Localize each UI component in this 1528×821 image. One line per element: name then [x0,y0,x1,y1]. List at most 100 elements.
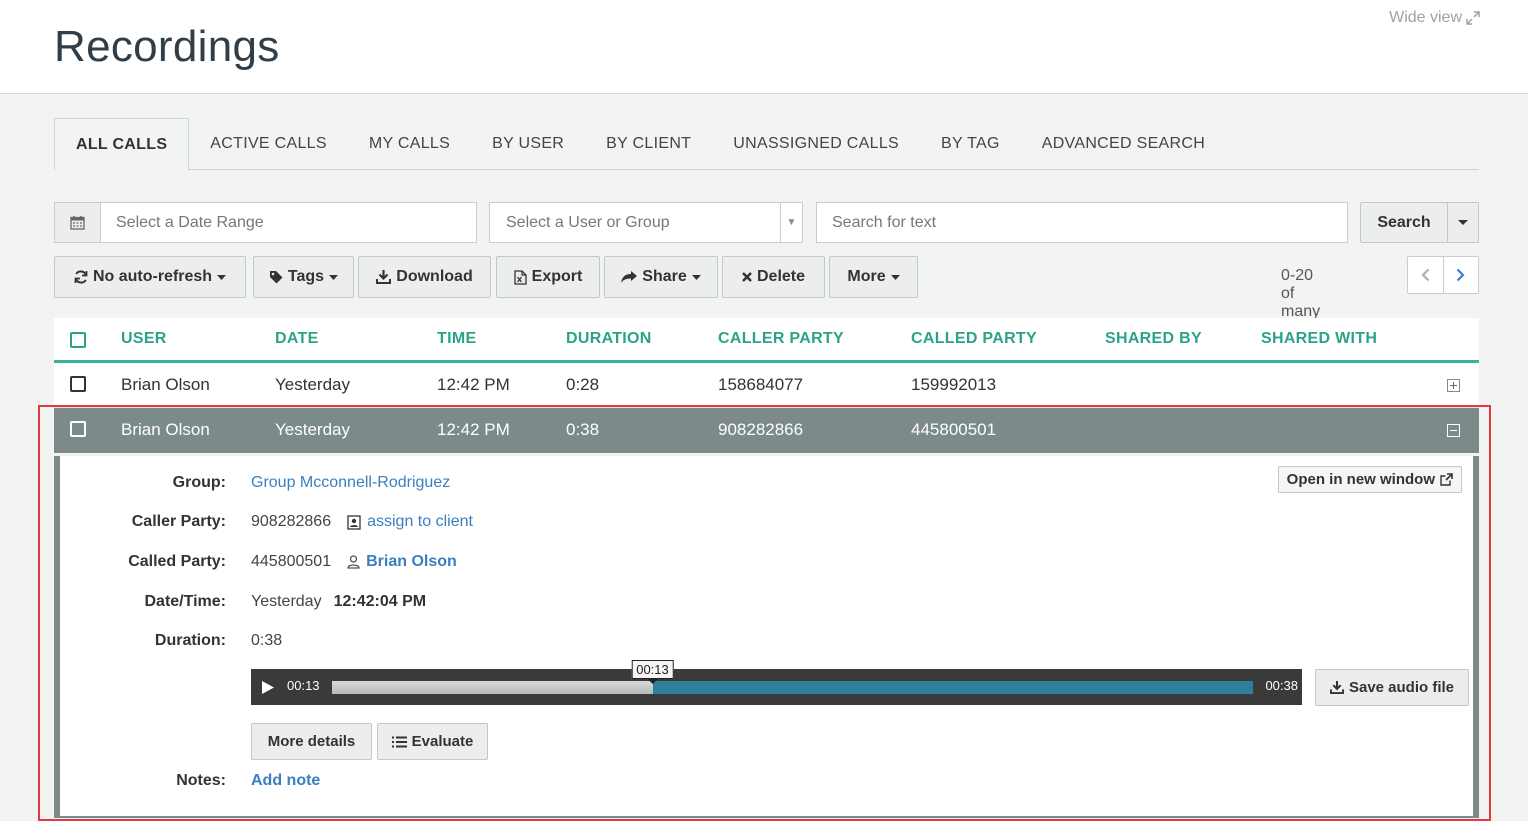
save-audio-file-label: Save audio file [1348,679,1455,696]
group-link[interactable]: Group Mcconnell-Rodriguez [251,474,450,492]
column-user[interactable]: USER [121,330,167,348]
date-range-input[interactable] [101,203,476,242]
tab-bar: ALL CALLS ACTIVE CALLS MY CALLS BY USER … [54,118,1479,171]
tab-by-client[interactable]: BY CLIENT [585,118,712,170]
tab-all-calls[interactable]: ALL CALLS [54,118,190,171]
player-time-tooltip: 00:13 [631,660,674,684]
table-header: USER DATE TIME DURATION CALLER PARTY CAL… [54,318,1479,363]
user-icon [347,555,360,569]
cell-user: Brian Olson [121,375,210,394]
row-checkbox[interactable] [70,376,86,392]
date-value: Yesterday [251,593,322,610]
select-all-checkbox[interactable] [70,332,86,348]
group-label: Group: [172,474,226,491]
date-range-group [54,202,477,243]
caller-party-number: 908282866 [251,513,332,530]
page-header: Recordings Wide view [0,0,1528,94]
open-new-window-label: Open in new window [1286,471,1435,488]
export-label: Export [531,268,583,285]
datetime-label: Date/Time: [144,593,226,610]
pager [1407,256,1479,294]
called-party-number: 445800501 [251,553,332,570]
pager-summary: 0-20 of many [1281,267,1321,320]
player-progress-track[interactable]: 00:13 [332,660,1253,694]
search-text-input[interactable] [816,202,1348,243]
column-date[interactable]: DATE [275,330,319,348]
play-icon[interactable] [261,680,275,695]
duration-value: 0:38 [251,632,283,649]
collapse-icon[interactable] [1447,424,1460,437]
search-options-caret[interactable] [1447,202,1479,243]
column-shared-by[interactable]: SHARED BY [1105,330,1202,348]
more-details-button[interactable]: More details [251,723,372,760]
tab-advanced-search[interactable]: ADVANCED SEARCH [1021,118,1226,170]
cell-date: Yesterday [275,420,350,439]
expand-icon[interactable] [1447,379,1460,392]
contact-card-icon [347,514,361,530]
more-details-label: More details [267,733,356,750]
chevron-down-icon[interactable]: ▼ [780,203,802,242]
column-shared-with[interactable]: SHARED WITH [1261,330,1377,348]
player-progress-played [332,681,653,694]
auto-refresh-label: No auto-refresh [92,268,213,285]
user-group-placeholder: Select a User or Group [506,214,670,231]
assign-to-client-link[interactable]: assign to client [367,513,473,531]
tab-by-tag[interactable]: BY TAG [920,118,1021,170]
tab-unassigned-calls[interactable]: UNASSIGNED CALLS [712,118,920,170]
cell-called-party: 159992013 [911,375,997,394]
column-duration[interactable]: DURATION [566,330,652,348]
cell-user: Brian Olson [121,420,210,439]
search-button[interactable]: Search [1360,202,1448,243]
cell-time: 12:42 PM [437,420,510,439]
chevron-left-icon [1421,268,1430,282]
download-button[interactable]: Download [358,256,491,298]
caller-party-label: Caller Party: [131,513,226,530]
auto-refresh-button[interactable]: No auto-refresh [54,256,246,298]
tab-my-calls[interactable]: MY CALLS [348,118,471,170]
evaluate-button[interactable]: Evaluate [377,723,488,760]
caret-down-icon [1458,219,1468,225]
time-value: 12:42:04 PM [333,593,427,610]
external-link-icon [1440,473,1453,486]
notes-value: Add note [251,772,320,790]
column-caller-party[interactable]: CALLER PARTY [718,330,844,348]
column-called-party[interactable]: CALLED PARTY [911,330,1037,348]
add-note-link[interactable]: Add note [251,772,320,790]
more-button[interactable]: More [829,256,918,298]
pager-prev-button[interactable] [1408,257,1444,293]
cell-duration: 0:38 [566,420,600,439]
export-button[interactable]: Export [496,256,600,298]
audio-player: 00:13 00:13 00:38 [251,660,1302,705]
calendar-icon[interactable] [55,203,101,242]
cell-date: Yesterday [275,375,350,394]
delete-label: Delete [756,268,806,285]
recording-detail-panel: Group: Group Mcconnell-Rodriguez Open in… [54,456,1479,818]
save-audio-file-button[interactable]: Save audio file [1315,669,1469,706]
cell-duration: 0:28 [566,375,600,394]
player-total-time: 00:38 [1265,678,1298,693]
caller-party-value: 908282866 assign to client [251,513,473,531]
table-row-selected[interactable]: Brian Olson Yesterday 12:42 PM 0:38 9082… [54,408,1479,453]
delete-button[interactable]: Delete [722,256,825,298]
user-group-select[interactable]: Select a User or Group ▼ [489,202,803,243]
row-checkbox[interactable] [70,421,86,437]
evaluate-label: Evaluate [411,733,474,750]
pager-next-button[interactable] [1444,257,1479,293]
wide-view-toggle[interactable]: Wide view [1389,9,1480,27]
caret-down-icon [329,274,339,280]
caret-down-icon [691,274,701,280]
tag-icon [269,271,283,284]
player-current-time: 00:13 [287,678,320,693]
called-user-link[interactable]: Brian Olson [366,553,457,571]
download-icon [376,270,392,284]
called-party-value: 445800501 Brian Olson [251,553,457,571]
tags-button[interactable]: Tags [253,256,354,298]
cell-caller-party: 908282866 [718,420,804,439]
open-new-window-button[interactable]: Open in new window [1277,466,1462,493]
share-button[interactable]: Share [604,256,718,298]
tab-by-user[interactable]: BY USER [471,118,585,170]
table-row[interactable]: Brian Olson Yesterday 12:42 PM 0:28 1586… [54,363,1479,408]
cell-time: 12:42 PM [437,375,510,394]
tab-active-calls[interactable]: ACTIVE CALLS [189,118,348,170]
column-time[interactable]: TIME [437,330,476,348]
